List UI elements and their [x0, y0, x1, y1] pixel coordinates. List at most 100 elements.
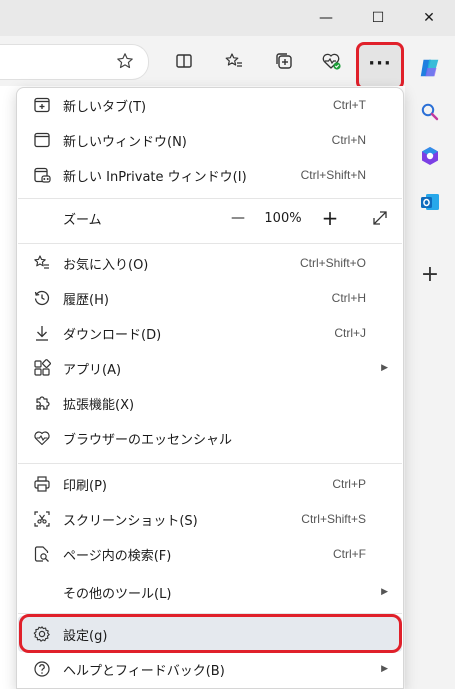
menu-item-label: 新しいウィンドウ(N): [63, 134, 187, 150]
menu-item-screenshot[interactable]: スクリーンショット(S) Ctrl+Shift+S: [18, 502, 402, 536]
menu-item-label: その他のツール(L): [63, 586, 172, 602]
zoom-out-button[interactable]: —: [226, 206, 250, 230]
address-bar[interactable]: [0, 44, 149, 80]
plus-icon: +: [420, 261, 440, 287]
menu-item-shortcut: Ctrl+H: [331, 291, 366, 305]
menu-item-new-inprivate-window[interactable]: 新しい InPrivate ウィンドウ(I) Ctrl+Shift+N: [18, 158, 402, 192]
extensions-icon: [32, 393, 52, 413]
menu-item-shortcut: Ctrl+Shift+S: [301, 512, 366, 526]
browser-essentials-button[interactable]: [318, 47, 346, 75]
menu-item-label: 履歴(H): [63, 292, 109, 308]
menu-divider: [18, 198, 402, 199]
sidebar-add-button[interactable]: +: [418, 261, 442, 287]
menu-item-favorites[interactable]: お気に入り(O) Ctrl+Shift+O: [18, 246, 402, 280]
zoom-label: ズーム: [63, 212, 102, 228]
menu-item-settings[interactable]: 設定(g): [18, 616, 402, 652]
history-icon: [32, 288, 52, 308]
menu-item-new-window[interactable]: 新しいウィンドウ(N) Ctrl+N: [18, 123, 402, 157]
menu-divider: [18, 243, 402, 244]
menu-item-label: ダウンロード(D): [63, 327, 162, 343]
close-window-button[interactable]: ✕: [403, 0, 455, 36]
new-window-icon: [32, 130, 52, 150]
inprivate-icon: [32, 165, 52, 185]
search-icon: [421, 103, 439, 121]
copilot-button[interactable]: [418, 56, 442, 80]
split-screen-button[interactable]: [170, 47, 198, 75]
apps-icon: [32, 358, 52, 378]
gear-icon: [32, 624, 52, 644]
menu-item-label: 印刷(P): [63, 478, 107, 494]
help-icon: [32, 659, 52, 679]
menu-item-shortcut: Ctrl+T: [333, 98, 366, 112]
submenu-arrow-icon: ▶: [381, 587, 388, 597]
heart-pulse-icon: [32, 428, 52, 448]
menu-item-new-tab[interactable]: 新しいタブ(T) Ctrl+T: [18, 88, 402, 122]
menu-item-extensions[interactable]: 拡張機能(X): [18, 386, 402, 420]
favorites-icon: [225, 53, 242, 67]
menu-item-label: 拡張機能(X): [63, 397, 135, 413]
sidebar: +: [405, 59, 455, 689]
menu-item-label: 設定(g): [63, 628, 108, 644]
heart-pulse-icon: [322, 53, 341, 70]
menu-item-label: 新しい InPrivate ウィンドウ(I): [63, 169, 247, 185]
menu-item-label: 新しいタブ(T): [63, 99, 147, 115]
new-tab-icon: [32, 95, 52, 115]
download-icon: [32, 323, 52, 343]
menu-item-shortcut: Ctrl+F: [333, 547, 366, 561]
submenu-arrow-icon: ▶: [381, 363, 388, 373]
minimize-icon: —: [319, 10, 333, 26]
menu-item-label: お気に入り(O): [63, 257, 149, 273]
screenshot-icon: [32, 509, 52, 529]
menu-item-print[interactable]: 印刷(P) Ctrl+P: [18, 467, 402, 501]
menu-item-label: ヘルプとフィードバック(B): [63, 663, 225, 679]
menu-item-apps[interactable]: アプリ(A) ▶: [18, 351, 402, 385]
menu-item-shortcut: Ctrl+P: [332, 477, 366, 491]
settings-and-more-menu: 新しいタブ(T) Ctrl+T 新しいウィンドウ(N) Ctrl+N 新しい I…: [16, 87, 404, 689]
menu-item-label: ページ内の検索(F): [63, 548, 172, 564]
print-icon: [32, 474, 52, 494]
favorites-button[interactable]: [220, 47, 248, 75]
plus-icon: +: [321, 206, 339, 230]
sidebar-outlook-button[interactable]: [418, 190, 442, 214]
sidebar-shopping-button[interactable]: [418, 144, 442, 168]
menu-item-browser-essentials[interactable]: ブラウザーのエッセンシャル: [18, 421, 402, 455]
menu-item-shortcut: Ctrl+Shift+N: [300, 168, 366, 182]
favorite-star-icon[interactable]: [116, 52, 134, 74]
collections-button[interactable]: [270, 47, 298, 75]
split-screen-icon: [176, 54, 192, 68]
full-screen-button[interactable]: [368, 206, 392, 230]
menu-item-find-on-page[interactable]: ページ内の検索(F) Ctrl+F: [18, 537, 402, 571]
minus-icon: —: [231, 210, 245, 226]
settings-and-more-button[interactable]: ···: [356, 42, 404, 90]
collections-icon: [276, 53, 292, 69]
menu-divider: [18, 613, 402, 614]
menu-item-shortcut: Ctrl+J: [334, 326, 366, 340]
outlook-icon: [421, 194, 439, 210]
menu-item-history[interactable]: 履歴(H) Ctrl+H: [18, 281, 402, 315]
find-on-page-icon: [32, 544, 52, 564]
close-icon: ✕: [423, 10, 435, 26]
full-screen-icon: [373, 211, 387, 225]
favorites-icon: [32, 253, 52, 273]
zoom-in-button[interactable]: +: [318, 206, 342, 230]
menu-item-more-tools[interactable]: その他のツール(L) ▶: [18, 575, 402, 609]
submenu-arrow-icon: ▶: [381, 664, 388, 674]
maximize-button[interactable]: ☐: [352, 0, 404, 36]
menu-item-help-and-feedback[interactable]: ヘルプとフィードバック(B) ▶: [18, 652, 402, 686]
menu-item-downloads[interactable]: ダウンロード(D) Ctrl+J: [18, 316, 402, 350]
minimize-button[interactable]: —: [300, 0, 352, 36]
shopping-icon: [422, 147, 438, 165]
menu-divider: [18, 463, 402, 464]
menu-item-zoom: ズーム — 100% +: [18, 201, 402, 235]
title-bar: — ☐ ✕: [0, 0, 455, 36]
menu-item-label: ブラウザーのエッセンシャル: [63, 432, 233, 448]
menu-item-label: スクリーンショット(S): [63, 513, 198, 529]
menu-item-shortcut: Ctrl+N: [331, 133, 366, 147]
copilot-icon: [420, 59, 439, 77]
zoom-value: 100%: [264, 210, 302, 226]
menu-item-shortcut: Ctrl+Shift+O: [299, 256, 366, 270]
more-icon: ···: [368, 52, 392, 74]
sidebar-search-button[interactable]: [418, 100, 442, 124]
menu-item-label: アプリ(A): [63, 362, 122, 378]
maximize-icon: ☐: [371, 10, 385, 26]
